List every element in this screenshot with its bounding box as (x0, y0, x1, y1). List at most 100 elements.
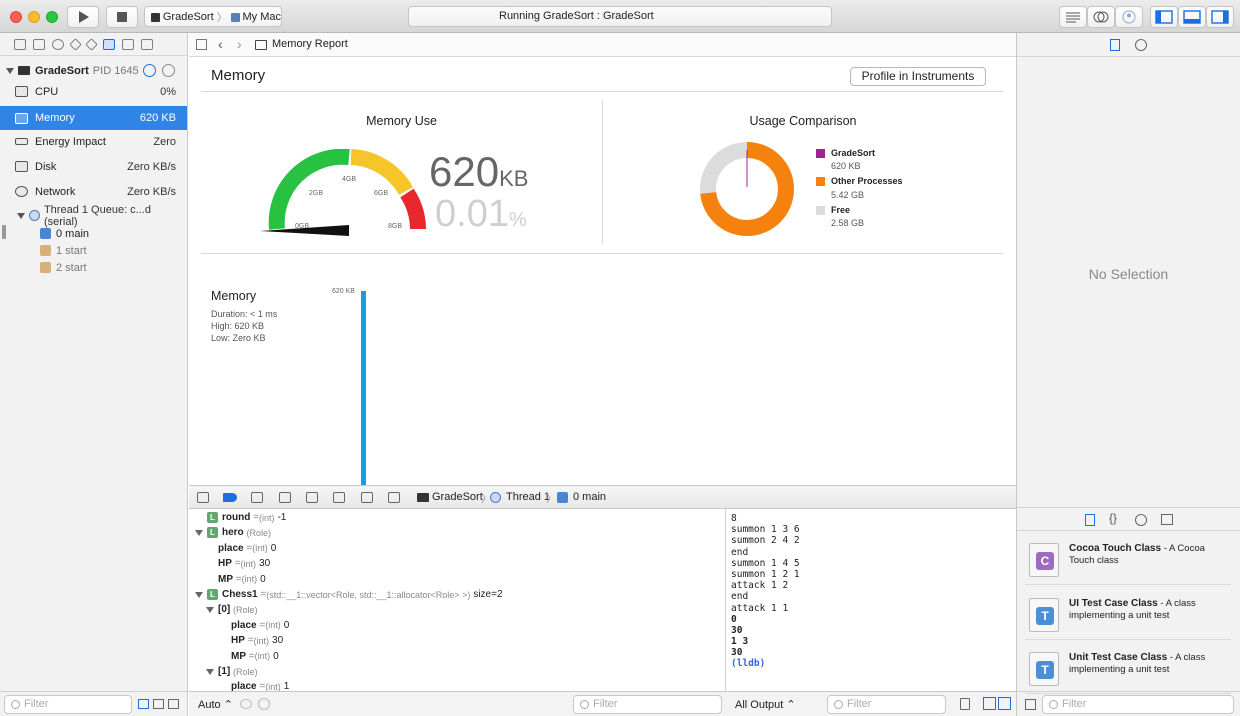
toggle-navigator-button[interactable] (1150, 6, 1178, 28)
standard-editor-button[interactable] (1059, 6, 1087, 28)
search-icon[interactable] (52, 38, 64, 50)
filter-options-icon[interactable] (138, 699, 149, 709)
close-window-button[interactable] (10, 11, 22, 23)
trash-icon[interactable] (960, 698, 970, 710)
navigator-filter-input[interactable]: Filter (4, 695, 132, 714)
gauge-memory[interactable]: Memory 620 KB (0, 106, 187, 130)
gauge-disk[interactable]: Disk Zero KB/s (0, 155, 187, 178)
variable-row[interactable]: [1] (Role) (206, 664, 258, 679)
variable-row[interactable]: place = (int) 0 (218, 541, 276, 556)
variable-row[interactable]: [0] (Role) (206, 602, 258, 617)
jump-bar-title[interactable]: Memory Report (272, 38, 348, 50)
disclosure-triangle-icon[interactable] (6, 67, 14, 74)
gauge-icon[interactable] (143, 64, 156, 77)
grid-icon[interactable] (1025, 699, 1036, 710)
disclosure-triangle-icon[interactable] (195, 591, 203, 598)
zoom-window-button[interactable] (46, 11, 58, 23)
variable-row[interactable]: Lhero (Role) (195, 525, 271, 540)
report-icon[interactable] (141, 38, 153, 50)
debug-path-process[interactable]: GradeSort (432, 491, 483, 503)
media-library-icon[interactable] (1161, 514, 1173, 525)
toggle-debug-area-button[interactable] (1178, 6, 1206, 28)
gauge-network[interactable]: Network Zero KB/s (0, 180, 187, 203)
step-out-icon[interactable] (333, 492, 345, 503)
diamond-icon[interactable] (85, 37, 98, 51)
object-library-icon[interactable] (1135, 514, 1147, 526)
minimize-window-button[interactable] (28, 11, 40, 23)
variables-filter-input[interactable]: Filter (573, 695, 722, 714)
folder-icon[interactable] (14, 38, 26, 50)
help-icon[interactable] (1135, 39, 1147, 51)
variable-row[interactable]: place = (int) 0 (231, 618, 289, 633)
left-panel-icon (1155, 10, 1173, 24)
hierarchy-icon[interactable] (168, 699, 179, 709)
related-items-icon[interactable] (196, 39, 207, 50)
info-icon[interactable] (258, 698, 270, 710)
scheme-name: GradeSort (162, 10, 214, 23)
continue-icon[interactable] (251, 492, 263, 503)
variable-name: HP (218, 558, 232, 570)
variable-row[interactable]: place = (int) 1 (231, 679, 289, 691)
variable-row[interactable]: HP = (int) 30 (218, 556, 270, 571)
file-inspector-icon[interactable] (1110, 39, 1120, 51)
library-item[interactable]: T UI Test Case Class - A class implementi… (1025, 590, 1231, 640)
debug-path-frame[interactable]: 0 main (573, 491, 606, 503)
variable-row[interactable]: HP = (int) 30 (231, 633, 283, 648)
warning-icon[interactable] (69, 37, 82, 51)
gauge-cpu[interactable]: CPU 0% (0, 80, 187, 103)
library-item[interactable]: T Unit Test Case Class - A class implemen… (1025, 644, 1231, 694)
run-button[interactable] (67, 6, 99, 28)
code-snippet-icon[interactable]: {} (1109, 511, 1117, 525)
stop-button[interactable] (106, 6, 138, 28)
jump-bar: ‹ › Memory Report (189, 33, 1016, 57)
console-output[interactable]: 8 summon 1 3 6 summon 2 4 2 end summon 1 4 5… (727, 509, 1016, 691)
disclosure-triangle-icon[interactable] (206, 606, 214, 613)
profile-in-instruments-button[interactable]: Profile in Instruments (850, 67, 986, 86)
right-panel-icon (1211, 10, 1229, 24)
variable-type: (std::__1::vector<Role, std::__1::alloca… (266, 589, 471, 600)
console-filter-input[interactable]: Filter (827, 695, 946, 714)
stack-slider[interactable] (2, 225, 6, 239)
location-icon[interactable] (388, 492, 400, 503)
hide-debug-area-icon[interactable] (197, 492, 209, 503)
library-item-text: Cocoa Touch Class - A Cocoa Touch class (1069, 543, 1205, 566)
library-item[interactable]: C Cocoa Touch Class - A Cocoa Touch class (1025, 535, 1231, 585)
breakpoint-icon[interactable] (122, 38, 134, 50)
variable-name: place (218, 542, 244, 554)
thread-icon[interactable] (162, 64, 175, 77)
console-line: summon 1 3 6 (731, 524, 800, 536)
frame-row[interactable]: 2 start (0, 256, 187, 279)
eye-icon[interactable] (240, 699, 252, 709)
disclosure-triangle-icon[interactable] (206, 668, 214, 675)
disclosure-triangle-icon[interactable] (17, 212, 25, 219)
back-icon[interactable]: ‹ (218, 36, 223, 52)
step-into-icon[interactable] (306, 492, 318, 503)
scheme-selector[interactable]: GradeSort 〉 My Mac (144, 6, 282, 27)
forward-icon[interactable]: › (237, 36, 242, 52)
debug-path-thread[interactable]: Thread 1 (506, 491, 550, 503)
version-editor-button[interactable] (1115, 6, 1143, 28)
toggle-inspector-button[interactable] (1206, 6, 1234, 28)
hierarchy-icon[interactable] (33, 38, 45, 50)
variable-row[interactable]: MP = (int) 0 (231, 649, 279, 664)
disclosure-triangle-icon[interactable] (195, 529, 203, 536)
debug-navigator-icon[interactable] (103, 38, 115, 50)
assistant-editor-button[interactable] (1087, 6, 1115, 28)
output-selector[interactable]: All Output ⌃ (735, 698, 796, 711)
process-row[interactable]: GradeSort PID 1645 (0, 59, 187, 82)
auto-selector[interactable]: Auto ⌃ (198, 698, 233, 711)
file-template-icon[interactable] (1085, 514, 1095, 526)
variable-row[interactable]: L Chess1 = (std::__1::vector<Role, std::_… (195, 587, 503, 602)
gauge-energy[interactable]: Energy Impact Zero (0, 130, 187, 153)
variable-row[interactable]: Lround = (int) -1 (207, 510, 286, 525)
right-pane-icon[interactable] (998, 697, 1011, 710)
step-over-icon[interactable] (279, 492, 291, 503)
grid-icon[interactable] (153, 699, 164, 709)
library-filter-input[interactable]: Filter (1042, 695, 1234, 714)
variable-row[interactable]: MP = (int) 0 (218, 572, 266, 587)
view-hierarchy-icon[interactable] (361, 492, 373, 503)
library-item-text: Unit Test Case Class - A class implement… (1069, 652, 1206, 675)
left-pane-icon[interactable] (983, 697, 996, 710)
variable-name: round (222, 512, 251, 523)
breakpoints-toggle-icon[interactable] (223, 493, 237, 502)
